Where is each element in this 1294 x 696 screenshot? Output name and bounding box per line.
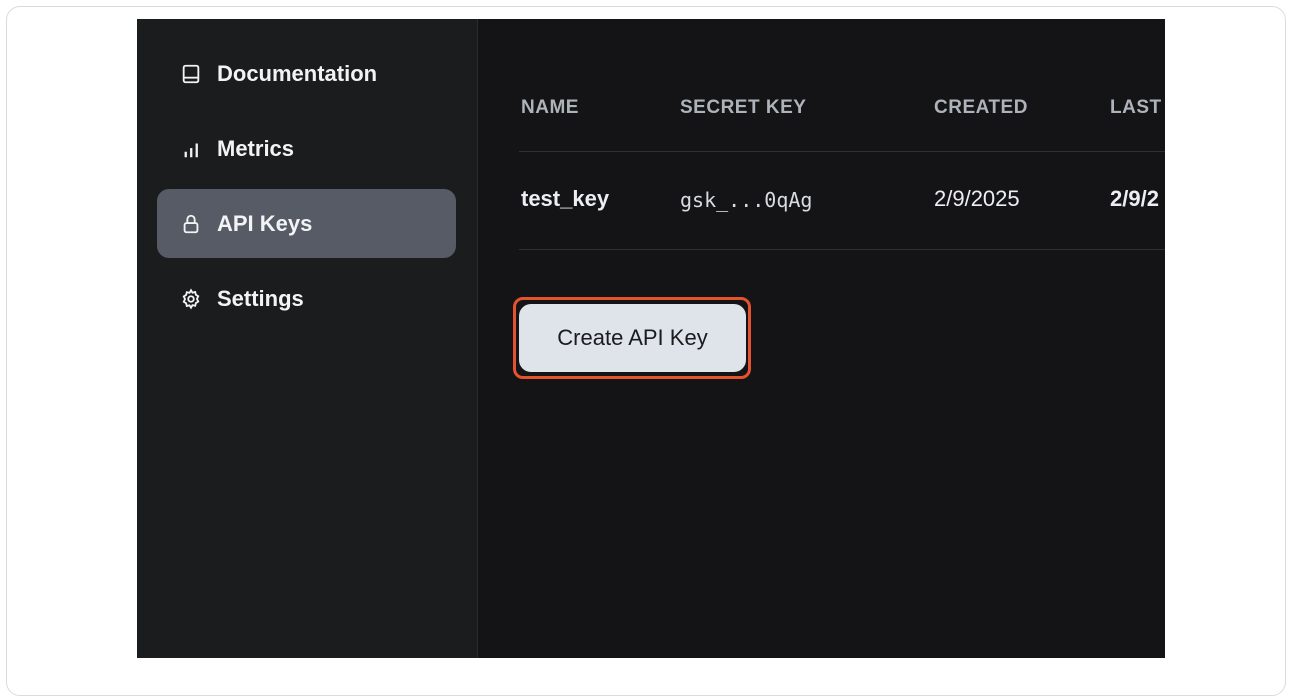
api-keys-table: NAME SECRET KEY CREATED LAST test_key gs… bbox=[519, 75, 1165, 250]
table-row[interactable]: test_key gsk_...0qAg 2/9/2025 2/9/2 bbox=[519, 152, 1165, 250]
sidebar-item-label: Metrics bbox=[217, 135, 295, 161]
column-header-created[interactable]: CREATED bbox=[934, 97, 1028, 119]
column-header-secret-key[interactable]: SECRET KEY bbox=[680, 97, 806, 119]
sidebar-item-api-keys[interactable]: API Keys bbox=[157, 189, 456, 258]
column-header-name[interactable]: NAME bbox=[521, 97, 579, 119]
key-name: test_key bbox=[521, 186, 610, 211]
book-icon bbox=[179, 62, 203, 86]
sidebar-item-label: Settings bbox=[217, 285, 304, 311]
sidebar: Documentation Metrics API Keys Settings bbox=[137, 19, 478, 658]
sidebar-item-metrics[interactable]: Metrics bbox=[157, 114, 456, 183]
lock-icon bbox=[179, 212, 203, 236]
sidebar-item-settings[interactable]: Settings bbox=[157, 264, 456, 333]
sidebar-item-label: Documentation bbox=[217, 60, 378, 86]
sidebar-item-documentation[interactable]: Documentation bbox=[157, 39, 456, 108]
key-last-used: 2/9/2 bbox=[1110, 186, 1159, 211]
gear-icon bbox=[179, 287, 203, 311]
key-secret: gsk_...0qAg bbox=[680, 188, 813, 212]
sidebar-item-label: API Keys bbox=[217, 210, 313, 236]
key-created: 2/9/2025 bbox=[934, 186, 1020, 211]
app-window: Documentation Metrics API Keys Settings … bbox=[137, 19, 1165, 658]
bar-chart-icon bbox=[179, 137, 203, 161]
table-header-row: NAME SECRET KEY CREATED LAST bbox=[519, 75, 1165, 152]
column-header-last-used[interactable]: LAST bbox=[1110, 97, 1162, 119]
create-api-key-button[interactable]: Create API Key bbox=[519, 304, 746, 372]
